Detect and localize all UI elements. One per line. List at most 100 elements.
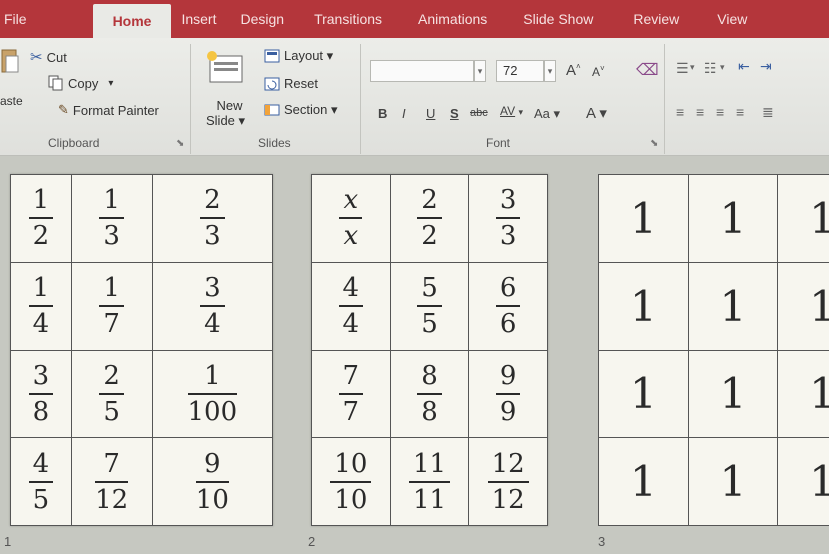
table-cell: 1 — [687, 437, 779, 526]
justify-icon[interactable]: ≡ — [736, 104, 744, 120]
fraction-denominator: 12 — [491, 484, 525, 515]
strikethrough-button[interactable]: abc — [470, 107, 488, 119]
fraction-denominator: 8 — [32, 396, 50, 427]
table-row: 3 8 2 5 1 100 — [10, 349, 274, 439]
table-cell: 1 — [687, 174, 779, 263]
table-row: 445566 — [311, 261, 548, 351]
group-divider — [360, 44, 361, 154]
tab-home[interactable]: Home — [92, 4, 172, 38]
format-painter-button[interactable]: ✎ Format Painter — [58, 102, 159, 118]
tab-transitions[interactable]: Transitions — [298, 0, 396, 38]
decrease-indent-icon[interactable]: ⇤ — [738, 58, 750, 75]
tab-review[interactable]: Review — [607, 0, 693, 38]
new-slide-label-line1: New — [216, 98, 243, 113]
table-cell: 66 — [468, 261, 548, 351]
new-slide-label[interactable]: New Slide ▾ — [206, 98, 245, 128]
fraction-bar — [495, 305, 521, 308]
fraction-denominator: x — [343, 221, 359, 252]
paste-button[interactable] — [0, 46, 22, 80]
table-cell: 9 10 — [151, 437, 274, 526]
font-size-dropdown-icon[interactable]: ▾ — [544, 60, 556, 82]
fraction-bar — [95, 480, 129, 483]
fraction: 7 12 — [95, 449, 129, 515]
fraction: 9 10 — [195, 449, 229, 515]
table-cell: 23 — [151, 174, 274, 263]
fraction-bar — [99, 217, 124, 220]
fraction: 12 12 — [487, 449, 529, 515]
section-button[interactable]: Section ▾ — [264, 102, 338, 118]
shrink-font-button[interactable]: A˅ — [592, 64, 605, 79]
fraction-numerator: 1 — [103, 273, 120, 304]
layout-button[interactable]: Layout ▾ — [264, 48, 333, 64]
clear-formatting-icon[interactable]: ⌫ — [636, 60, 659, 80]
numbering-icon[interactable]: ☷ — [704, 60, 717, 77]
font-color-button[interactable]: A ▾ — [586, 104, 607, 122]
fraction-numerator: 9 — [499, 360, 517, 391]
bullets-dropdown-icon[interactable]: ▾ — [690, 62, 695, 73]
font-name-input[interactable] — [370, 60, 474, 82]
table-cell: 14 — [10, 261, 72, 351]
table-cell: 1 — [598, 349, 689, 439]
tab-slide-show[interactable]: Slide Show — [501, 0, 607, 38]
font-dialog-launcher-icon[interactable]: ⬊ — [650, 138, 658, 149]
table-row: 4 5 7 12 9 10 — [10, 437, 274, 526]
fraction-bar — [339, 217, 363, 220]
fraction-bar — [338, 392, 364, 395]
tab-insert[interactable]: Insert — [171, 0, 230, 38]
reset-button[interactable]: Reset — [264, 76, 318, 91]
copy-dropdown-caret[interactable]: ▾ — [108, 78, 113, 89]
character-spacing-button[interactable]: AV ▾ — [500, 104, 523, 118]
font-name-dropdown-icon[interactable]: ▾ — [474, 60, 486, 82]
align-left-icon[interactable]: ≡ — [676, 104, 684, 120]
align-center-icon[interactable]: ≡ — [696, 104, 704, 120]
scissors-icon: ✂ — [30, 49, 43, 66]
fraction-denominator: 9 — [499, 396, 517, 427]
underline-button[interactable]: U — [426, 106, 435, 121]
cut-button[interactable]: ✂ Cut — [30, 48, 67, 66]
table-cell: 99 — [468, 349, 548, 439]
fraction-bar — [99, 305, 124, 308]
bullets-icon[interactable]: ☰ — [676, 60, 689, 77]
change-case-button[interactable]: Aa ▾ — [534, 106, 560, 122]
fraction: 23 — [200, 185, 225, 251]
slide-thumbnail-3[interactable]: 111111111111 — [598, 174, 829, 526]
table-row: 111 — [598, 174, 829, 263]
new-slide-label-line2: Slide ▾ — [206, 113, 246, 128]
table-cell: 1 — [598, 174, 689, 263]
paste-label[interactable]: aste — [0, 94, 23, 108]
table-cell: 10 10 — [311, 437, 391, 526]
tab-view[interactable]: View — [693, 0, 757, 38]
italic-button[interactable]: I — [402, 106, 406, 121]
tab-file[interactable]: File — [0, 0, 35, 38]
slide-thumbnail-1[interactable]: 1 2 1 3 2 3 1 4 1 7 3 4 3 8 2 5 1 100 4 5 7 12 9 10 — [10, 174, 274, 526]
copy-label: Copy — [68, 75, 99, 91]
fraction: 1 100 — [187, 361, 238, 427]
fraction-bar — [28, 392, 54, 395]
text-shadow-button[interactable]: S — [450, 106, 459, 121]
fraction-denominator: 2 — [421, 221, 438, 252]
tab-design[interactable]: Design — [230, 0, 298, 38]
fraction: 77 — [338, 361, 364, 427]
font-size-input[interactable]: 72 — [496, 60, 544, 82]
columns-icon[interactable]: ≣ — [762, 104, 774, 121]
tab-animations[interactable]: Animations — [396, 0, 501, 38]
grow-font-button[interactable]: A˄ — [566, 62, 581, 79]
fraction: 25 — [99, 361, 124, 427]
bold-button[interactable]: B — [378, 106, 387, 121]
numbering-dropdown-icon[interactable]: ▾ — [720, 62, 725, 73]
table-cell: 33 — [468, 174, 548, 263]
new-slide-button[interactable] — [204, 50, 244, 84]
table-cell: 17 — [70, 261, 153, 351]
fraction-denominator: 6 — [499, 309, 517, 340]
table-cell: 12 12 — [468, 437, 548, 526]
copy-button[interactable]: Copy ▾ — [48, 75, 113, 91]
fraction: 17 — [99, 273, 124, 339]
fraction-denominator: 2 — [32, 221, 50, 252]
increase-indent-icon[interactable]: ⇥ — [760, 58, 772, 75]
fraction-numerator: 5 — [421, 273, 438, 304]
clipboard-dialog-launcher-icon[interactable]: ⬊ — [176, 138, 184, 149]
slide-thumbnail-2[interactable]: x x 2 2 3 3 4 4 5 5 6 6 7 7 8 8 9 9 10 10 11 11 12 12 — [311, 174, 548, 526]
table-cell: 12 — [10, 174, 72, 263]
align-right-icon[interactable]: ≡ — [716, 104, 724, 120]
copy-icon — [48, 75, 63, 91]
